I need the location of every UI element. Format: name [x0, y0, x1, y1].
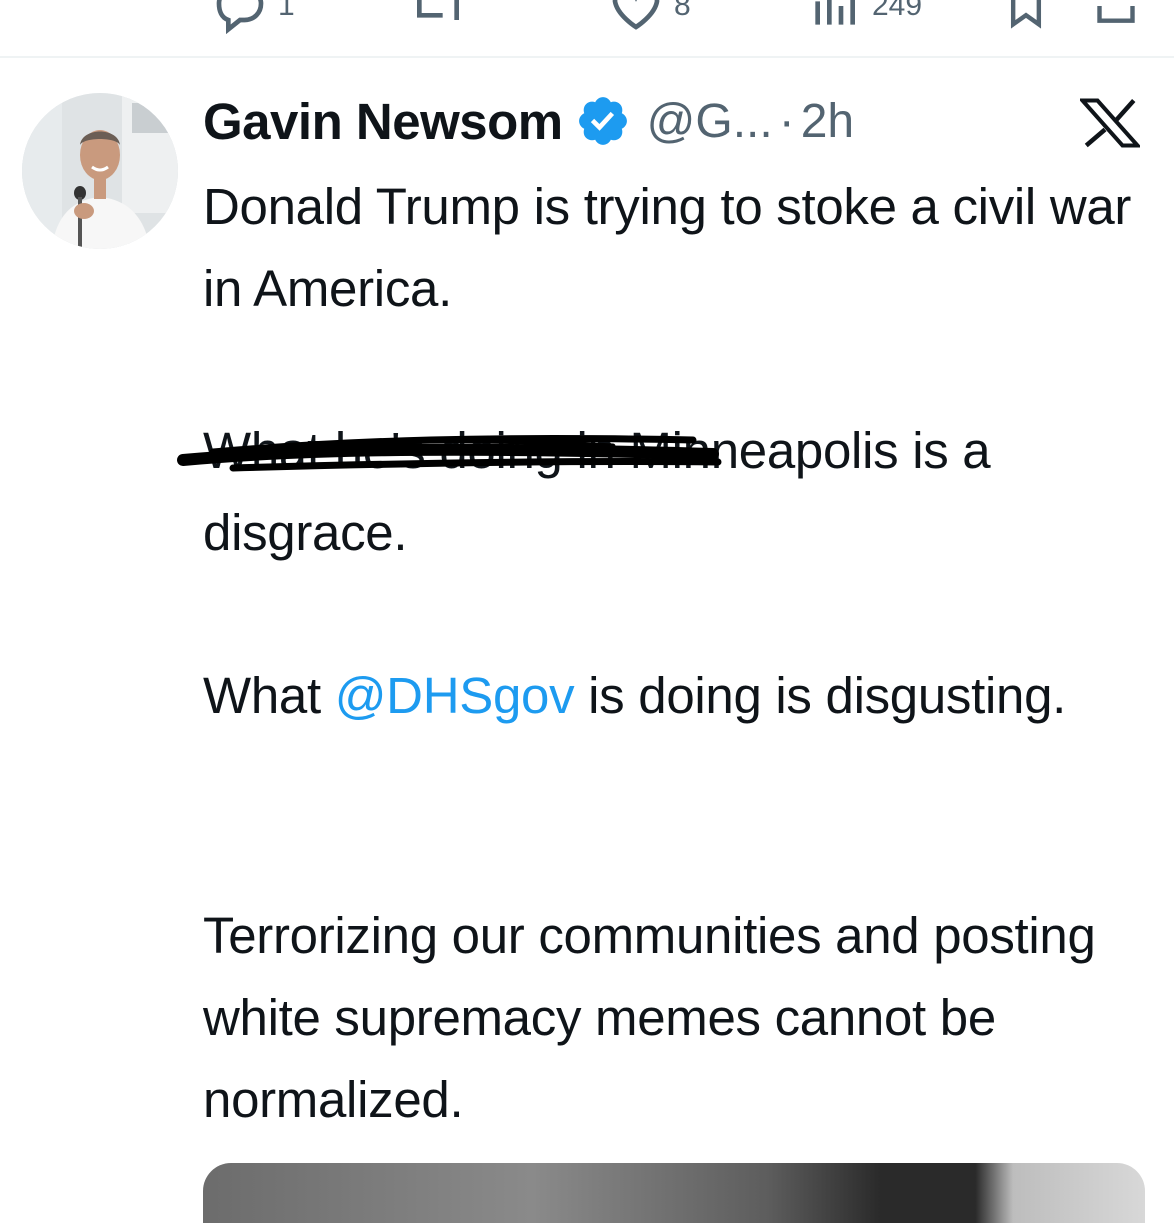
share-icon: [1097, 6, 1135, 23]
tweet-header: Gavin Newsom @G... · 2h: [203, 88, 854, 154]
views-button[interactable]: 249: [806, 0, 922, 34]
views-icon: [815, 0, 855, 25]
author-handle[interactable]: @G...: [647, 94, 773, 149]
tweet-media-preview[interactable]: [203, 1163, 1145, 1223]
reply-count: 1: [278, 0, 295, 22]
like-icon: [612, 0, 660, 30]
tweet-paragraph-4: Terrorizing our communities and posting …: [203, 907, 1096, 1128]
reply-button[interactable]: 1: [212, 0, 295, 34]
tweet-paragraph-3-start: What: [203, 667, 335, 724]
author-name[interactable]: Gavin Newsom: [203, 92, 563, 151]
dot-separator: ·: [778, 94, 795, 148]
avatar-photo: [22, 93, 178, 249]
retweet-button[interactable]: [410, 0, 466, 34]
tweet-paragraph-3: What @DHSgov is doing is disgusting.: [203, 655, 1153, 737]
like-button[interactable]: 8: [608, 0, 691, 34]
verified-badge-icon: [578, 97, 627, 145]
tweet-paragraph-1: Donald Trump is trying to stoke a civil …: [203, 178, 1132, 317]
mention-link[interactable]: @DHSgov: [335, 667, 575, 724]
views-count: 249: [872, 0, 923, 22]
bookmark-icon: [1010, 0, 1042, 29]
timestamp[interactable]: 2h: [801, 94, 854, 149]
reply-icon: [216, 0, 264, 34]
tweet-paragraph-2: What he's doing in Minneapolis is a disg…: [177, 410, 1153, 574]
previous-tweet-action-bar: 1 8 249: [0, 0, 1174, 56]
bookmark-button[interactable]: [1004, 0, 1048, 34]
share-button[interactable]: [1094, 0, 1138, 34]
tweet-paragraph-3-end: is doing is disgusting.: [574, 667, 1067, 724]
struck-through-text: What he's doing in: [177, 410, 722, 492]
retweet-icon: [417, 0, 459, 20]
avatar[interactable]: [22, 93, 178, 249]
like-count: 8: [674, 0, 691, 22]
tweet-divider: [0, 56, 1174, 58]
x-logo-icon: [1080, 98, 1140, 148]
